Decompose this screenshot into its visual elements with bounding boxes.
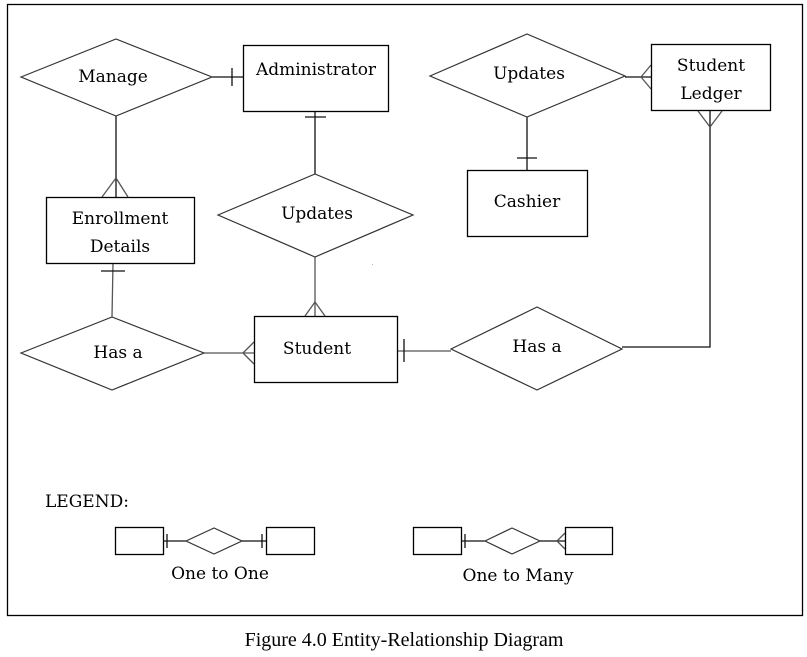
connector-student-hasa <box>397 339 451 362</box>
relationship-updates-cashier-ledger[interactable]: Updates <box>428 33 627 118</box>
relationship-has-a-ledger[interactable]: Has a <box>449 306 624 391</box>
relationship-has-a-label: Has a <box>512 337 561 357</box>
entity-student-ledger[interactable]: Student Ledger <box>650 43 772 112</box>
er-diagram: Manage Updates Has a Has a Updates Admin… <box>6 3 804 651</box>
entity-administrator-label: Administrator <box>255 60 377 80</box>
legend-one-to-one-label: One to One <box>171 564 269 584</box>
connector-hasa-student <box>204 341 255 365</box>
connector-manage-administrator <box>212 68 243 86</box>
entity-student-ledger-label-line2: Ledger <box>680 84 742 104</box>
relationship-updates-admin-student[interactable]: Updates <box>216 173 415 258</box>
connector-manage-enrollment <box>101 116 129 198</box>
relationship-updates-label: Updates <box>493 64 565 84</box>
connector-updates-cashier <box>517 117 537 170</box>
entity-student-label: Student <box>283 339 351 359</box>
legend-one-to-one: One to One <box>114 526 316 584</box>
connector-enrollment-hasa <box>101 262 125 318</box>
connector-updates-ledger <box>625 64 652 90</box>
entity-cashier-label: Cashier <box>494 192 561 212</box>
relationship-manage-label: Manage <box>78 67 148 87</box>
entity-cashier[interactable]: Cashier <box>466 169 589 238</box>
relationship-manage[interactable]: Manage <box>19 38 214 117</box>
relationship-has-a-enrollment[interactable]: Has a <box>19 316 206 391</box>
entity-student-ledger-label-line1: Student <box>677 56 745 76</box>
connector-updates-student <box>304 257 326 317</box>
stray-dot <box>372 264 373 265</box>
legend-one-to-many: One to Many <box>412 526 614 586</box>
relationship-has-a-label: Has a <box>93 343 142 363</box>
legend-title: LEGEND: <box>45 492 129 512</box>
entity-administrator[interactable]: Administrator <box>242 44 390 113</box>
relationship-updates-label: Updates <box>281 204 353 224</box>
figure-caption: Figure 4.0 Entity-Relationship Diagram <box>245 629 564 651</box>
entity-enrollment-details-label-line1: Enrollment <box>72 209 169 229</box>
connector-hasa-ledger <box>622 110 723 348</box>
entity-student[interactable]: Student <box>253 315 399 384</box>
entity-enrollment-details-label-line2: Details <box>90 237 150 257</box>
legend: LEGEND: One to One One to Many <box>45 492 614 586</box>
entity-enrollment-details[interactable]: Enrollment Details <box>45 196 196 265</box>
legend-one-to-many-label: One to Many <box>463 566 574 586</box>
connector-administrator-updates <box>305 111 326 174</box>
